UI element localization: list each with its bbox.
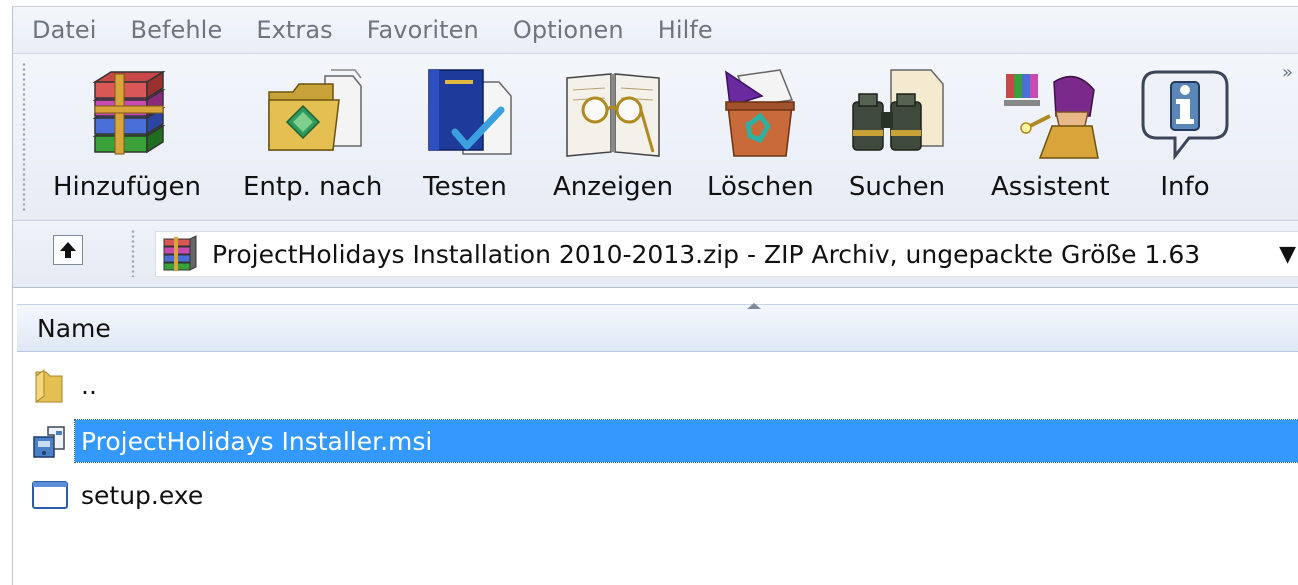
- wizard-button[interactable]: Assistent: [991, 66, 1110, 202]
- folder-icon: [29, 364, 71, 406]
- delete-label: Löschen: [707, 172, 814, 202]
- column-header-label: Name: [37, 313, 111, 343]
- view-label: Anzeigen: [553, 172, 674, 202]
- view-button[interactable]: Anzeigen: [553, 66, 673, 202]
- menu-extras[interactable]: Extras: [238, 16, 348, 44]
- rar-archive-icon: [163, 235, 197, 271]
- test-label: Testen: [423, 172, 507, 202]
- exe-file-icon: [29, 474, 71, 516]
- menu-befehle[interactable]: Befehle: [113, 16, 239, 44]
- extract-folder-icon: [267, 69, 362, 151]
- test-button[interactable]: Testen: [415, 66, 515, 202]
- test-check-icon: [428, 69, 512, 155]
- wizard-icon: [1004, 74, 1100, 159]
- archive-path-text: ProjectHolidays Installation 2010-2013.z…: [212, 239, 1201, 269]
- toolbar: » Hinzufügen Entp. nach Testen Anzeigen …: [13, 54, 1298, 221]
- delete-button[interactable]: Löschen: [707, 66, 814, 202]
- address-grip[interactable]: [131, 229, 135, 277]
- delete-recycle-icon: [725, 69, 796, 157]
- menu-favoriten[interactable]: Favoriten: [349, 16, 495, 44]
- find-label: Suchen: [848, 172, 946, 202]
- menu-hilfe[interactable]: Hilfe: [640, 16, 729, 44]
- find-button[interactable]: Suchen: [847, 66, 947, 202]
- winrar-window: Datei Befehle Extras Favoriten Optionen …: [12, 6, 1298, 585]
- archive-books-icon: [92, 70, 166, 155]
- find-binoculars-icon: [852, 69, 944, 151]
- file-row-parent[interactable]: ..: [29, 362, 1298, 408]
- info-icon: [1141, 70, 1229, 161]
- extract-to-label: Entp. nach: [243, 172, 383, 202]
- extract-to-button[interactable]: Entp. nach: [243, 66, 382, 202]
- dropdown-arrow-icon[interactable]: ▼: [1279, 242, 1296, 267]
- msi-installer-icon: [29, 420, 71, 462]
- menu-optionen[interactable]: Optionen: [495, 16, 640, 44]
- info-label: Info: [1160, 172, 1210, 202]
- toolbar-grip[interactable]: [22, 62, 26, 212]
- file-row-msi[interactable]: ProjectHolidays Installer.msi: [29, 418, 1298, 464]
- add-button[interactable]: Hinzufügen: [53, 66, 201, 202]
- file-name: setup.exe: [81, 480, 204, 510]
- sort-ascending-icon: [747, 303, 761, 309]
- wizard-label: Assistent: [991, 172, 1110, 202]
- file-row-setup[interactable]: setup.exe: [29, 472, 1298, 518]
- toolbar-overflow-chevron-icon[interactable]: »: [1282, 62, 1293, 83]
- archive-path-combo[interactable]: ProjectHolidays Installation 2010-2013.z…: [155, 231, 1298, 277]
- column-header-name[interactable]: Name: [17, 303, 1298, 352]
- address-bar: ProjectHolidays Installation 2010-2013.z…: [13, 221, 1298, 288]
- menu-bar: Datei Befehle Extras Favoriten Optionen …: [13, 7, 1298, 54]
- up-one-level-button[interactable]: [53, 235, 83, 265]
- view-book-glasses-icon: [566, 73, 660, 157]
- file-name: ProjectHolidays Installer.msi: [74, 419, 1298, 463]
- file-list: Name .. ProjectHolidays Installer.msi se…: [13, 288, 1298, 585]
- add-label: Hinzufügen: [53, 172, 201, 202]
- menu-datei[interactable]: Datei: [13, 16, 113, 44]
- arrow-up-icon: [60, 242, 76, 258]
- info-button[interactable]: Info: [1135, 66, 1235, 202]
- file-name: ..: [81, 370, 97, 400]
